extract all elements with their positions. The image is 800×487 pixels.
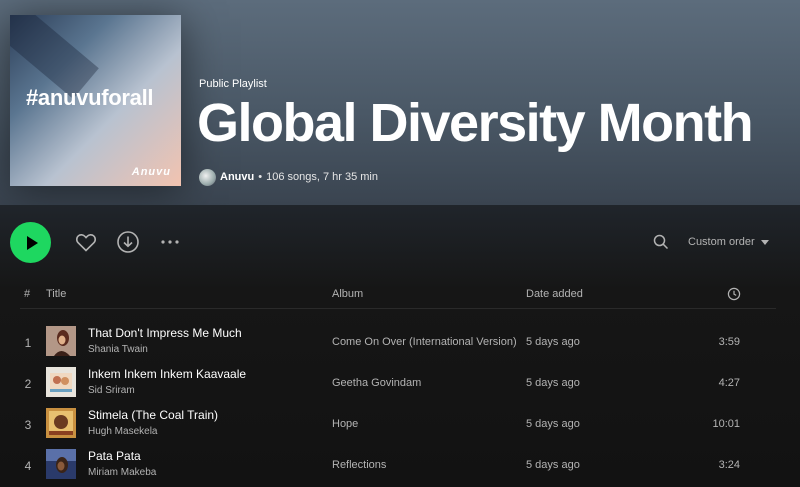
cover-brand-logo: Anuvu [131, 166, 171, 178]
owner-name[interactable]: Anuvu [220, 171, 254, 183]
track-title[interactable]: That Don't Impress Me Much [88, 326, 242, 340]
playlist-stats: 106 songs, 7 hr 35 min [266, 171, 378, 183]
owner-avatar[interactable] [199, 168, 216, 186]
track-number: 3 [24, 418, 32, 432]
track-artist[interactable]: Sid Sriram [88, 385, 135, 396]
track-album[interactable]: Hope [332, 418, 358, 430]
track-row[interactable]: 2 Inkem Inkem Inkem Kaavaale Sid Sriram … [0, 364, 800, 405]
album-art [46, 408, 76, 438]
clock-icon [727, 287, 741, 301]
track-date-added: 5 days ago [526, 377, 580, 389]
track-date-added: 5 days ago [526, 418, 580, 430]
column-header-album[interactable]: Album [332, 288, 363, 300]
track-title[interactable]: Pata Pata [88, 449, 141, 463]
more-icon [161, 240, 179, 244]
sort-dropdown[interactable]: Custom order [688, 234, 769, 250]
like-button[interactable] [74, 230, 98, 254]
column-header-title[interactable]: Title [46, 288, 66, 300]
track-artist[interactable]: Hugh Masekela [88, 426, 157, 437]
header-divider [20, 308, 776, 309]
track-number: 1 [24, 336, 32, 350]
playlist-meta: Anuvu • 106 songs, 7 hr 35 min [199, 168, 378, 186]
playlist-cover[interactable]: #anuvuforall Anuvu [10, 15, 181, 186]
sort-label: Custom order [688, 236, 755, 248]
playlist-header: #anuvuforall Anuvu Public Playlist Globa… [0, 0, 800, 205]
album-art [46, 326, 76, 356]
meta-separator: • [258, 171, 263, 183]
track-duration: 10:01 [712, 418, 740, 430]
track-row[interactable]: 3 Stimela (The Coal Train) Hugh Masekela… [0, 405, 800, 446]
track-row[interactable]: 1 That Don't Impress Me Much Shania Twai… [0, 323, 800, 364]
search-icon [653, 234, 669, 250]
cover-text: #anuvuforall [26, 85, 154, 110]
column-header-date-added[interactable]: Date added [526, 288, 583, 300]
play-button[interactable] [10, 222, 51, 263]
track-date-added: 5 days ago [526, 459, 580, 471]
playlist-type: Public Playlist [199, 78, 267, 90]
track-album[interactable]: Reflections [332, 459, 386, 471]
playlist-title[interactable]: Global Diversity Month [197, 92, 754, 154]
track-title[interactable]: Inkem Inkem Inkem Kaavaale [88, 367, 246, 381]
track-duration: 3:24 [718, 459, 740, 471]
column-header-number: # [24, 288, 31, 300]
track-artist[interactable]: Miriam Makeba [88, 467, 156, 478]
track-duration: 3:59 [718, 336, 740, 348]
track-number: 2 [24, 377, 32, 391]
download-icon [117, 231, 139, 253]
play-icon [26, 235, 38, 250]
track-row[interactable]: 4 Pata Pata Miriam Makeba Reflections 5 … [0, 446, 800, 487]
album-art [46, 449, 76, 479]
album-art [46, 367, 76, 397]
search-in-playlist-button[interactable] [652, 233, 670, 251]
track-album[interactable]: Come On Over (International Version) [332, 336, 517, 348]
track-number: 4 [24, 459, 32, 473]
track-date-added: 5 days ago [526, 336, 580, 348]
caret-down-icon [760, 239, 769, 245]
track-duration: 4:27 [718, 377, 740, 389]
track-title[interactable]: Stimela (The Coal Train) [88, 408, 218, 422]
download-button[interactable] [116, 230, 140, 254]
heart-icon [75, 233, 97, 252]
column-header-duration[interactable] [727, 287, 741, 304]
more-options-button[interactable] [158, 230, 182, 254]
track-album[interactable]: Geetha Govindam [332, 377, 421, 389]
track-artist[interactable]: Shania Twain [88, 344, 148, 355]
